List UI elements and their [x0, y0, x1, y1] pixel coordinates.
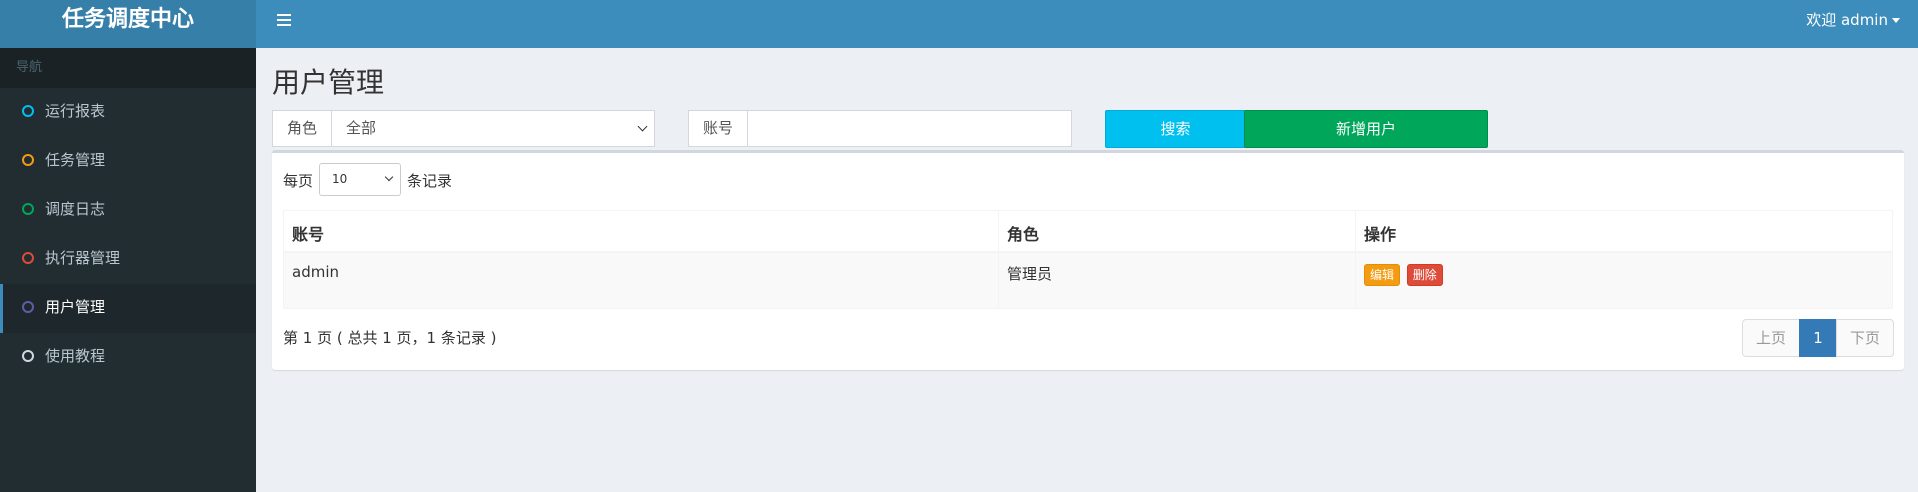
cell-actions: 编辑 删除 — [1356, 253, 1894, 308]
search-button[interactable]: 搜索 — [1105, 110, 1246, 148]
page-length-value: 10 — [332, 172, 348, 186]
sidebar-item-label: 执行器管理 — [45, 249, 121, 267]
chevron-down-icon — [637, 121, 648, 132]
user-menu[interactable]: 欢迎 admin — [1806, 9, 1900, 30]
sidebar-item-users[interactable]: 用户管理 — [0, 284, 256, 333]
sidebar-item-report[interactable]: 运行报表 — [0, 88, 256, 137]
circle-icon — [22, 350, 34, 362]
sidebar-item-logs[interactable]: 调度日志 — [0, 186, 256, 235]
account-input[interactable] — [747, 110, 1072, 147]
pagination: 上页 1 下页 — [1742, 319, 1894, 357]
page-length-prefix: 每页 — [283, 172, 314, 190]
users-table: 账号 角色 操作 admin 管理员 编辑 删除 — [283, 210, 1893, 309]
column-header-role[interactable]: 角色 — [999, 211, 1356, 251]
main-content: 用户管理 角色 全部 账号 搜索 新增用户 每页 10 条记录 账号 角色 操作… — [256, 48, 1918, 492]
page-length-suffix: 条记录 — [407, 172, 453, 190]
app-logo[interactable]: 任务调度中心 — [0, 0, 256, 48]
sidebar-item-label: 使用教程 — [45, 347, 106, 365]
sidebar: 导航 运行报表 任务管理 调度日志 执行器管理 用户管理 使用教程 — [0, 48, 256, 492]
add-user-button[interactable]: 新增用户 — [1244, 110, 1488, 148]
chevron-down-icon — [384, 172, 394, 182]
pagination-prev[interactable]: 上页 — [1742, 319, 1800, 357]
sidebar-item-label: 运行报表 — [45, 102, 106, 120]
delete-button[interactable]: 删除 — [1406, 264, 1443, 286]
user-welcome-text: 欢迎 admin — [1806, 11, 1888, 29]
sidebar-item-help[interactable]: 使用教程 — [0, 333, 256, 382]
role-label: 角色 — [272, 110, 332, 147]
sidebar-section-label: 导航 — [0, 48, 256, 88]
sidebar-item-executors[interactable]: 执行器管理 — [0, 235, 256, 284]
account-label: 账号 — [688, 110, 748, 147]
sidebar-item-label: 调度日志 — [45, 200, 106, 218]
circle-icon — [22, 203, 34, 215]
circle-icon — [22, 252, 34, 264]
role-select[interactable]: 全部 — [331, 110, 655, 147]
circle-icon — [22, 301, 34, 313]
caret-down-icon — [1892, 18, 1900, 23]
sidebar-item-jobs[interactable]: 任务管理 — [0, 137, 256, 186]
cell-account: admin — [284, 253, 999, 308]
top-navbar: 欢迎 admin — [256, 0, 1918, 48]
circle-icon — [22, 154, 34, 166]
sidebar-item-label: 任务管理 — [45, 151, 106, 169]
pagination-page-1[interactable]: 1 — [1799, 319, 1837, 357]
cell-role: 管理员 — [999, 253, 1356, 308]
account-filter: 账号 — [688, 110, 1072, 147]
top-header: 任务调度中心 欢迎 admin — [0, 0, 1918, 48]
role-filter: 角色 全部 — [272, 110, 655, 147]
column-header-account[interactable]: 账号 — [284, 211, 999, 251]
table-header-row: 账号 角色 操作 — [284, 211, 1892, 253]
role-select-value: 全部 — [346, 119, 377, 137]
edit-button[interactable]: 编辑 — [1364, 264, 1401, 286]
column-header-actions: 操作 — [1364, 225, 1397, 244]
pagination-next[interactable]: 下页 — [1836, 319, 1894, 357]
page-length-select[interactable]: 10 — [319, 163, 401, 196]
users-table-box: 每页 10 条记录 账号 角色 操作 admin 管理员 编辑 删除 第 1 页… — [272, 150, 1904, 370]
page-title: 用户管理 — [272, 66, 385, 99]
sidebar-item-label: 用户管理 — [45, 298, 106, 316]
table-row: admin 管理员 编辑 删除 — [284, 253, 1892, 308]
sidebar-toggle-icon[interactable] — [270, 8, 298, 32]
circle-icon — [22, 105, 34, 117]
table-info: 第 1 页 ( 总共 1 页，1 条记录 ) — [283, 329, 497, 347]
